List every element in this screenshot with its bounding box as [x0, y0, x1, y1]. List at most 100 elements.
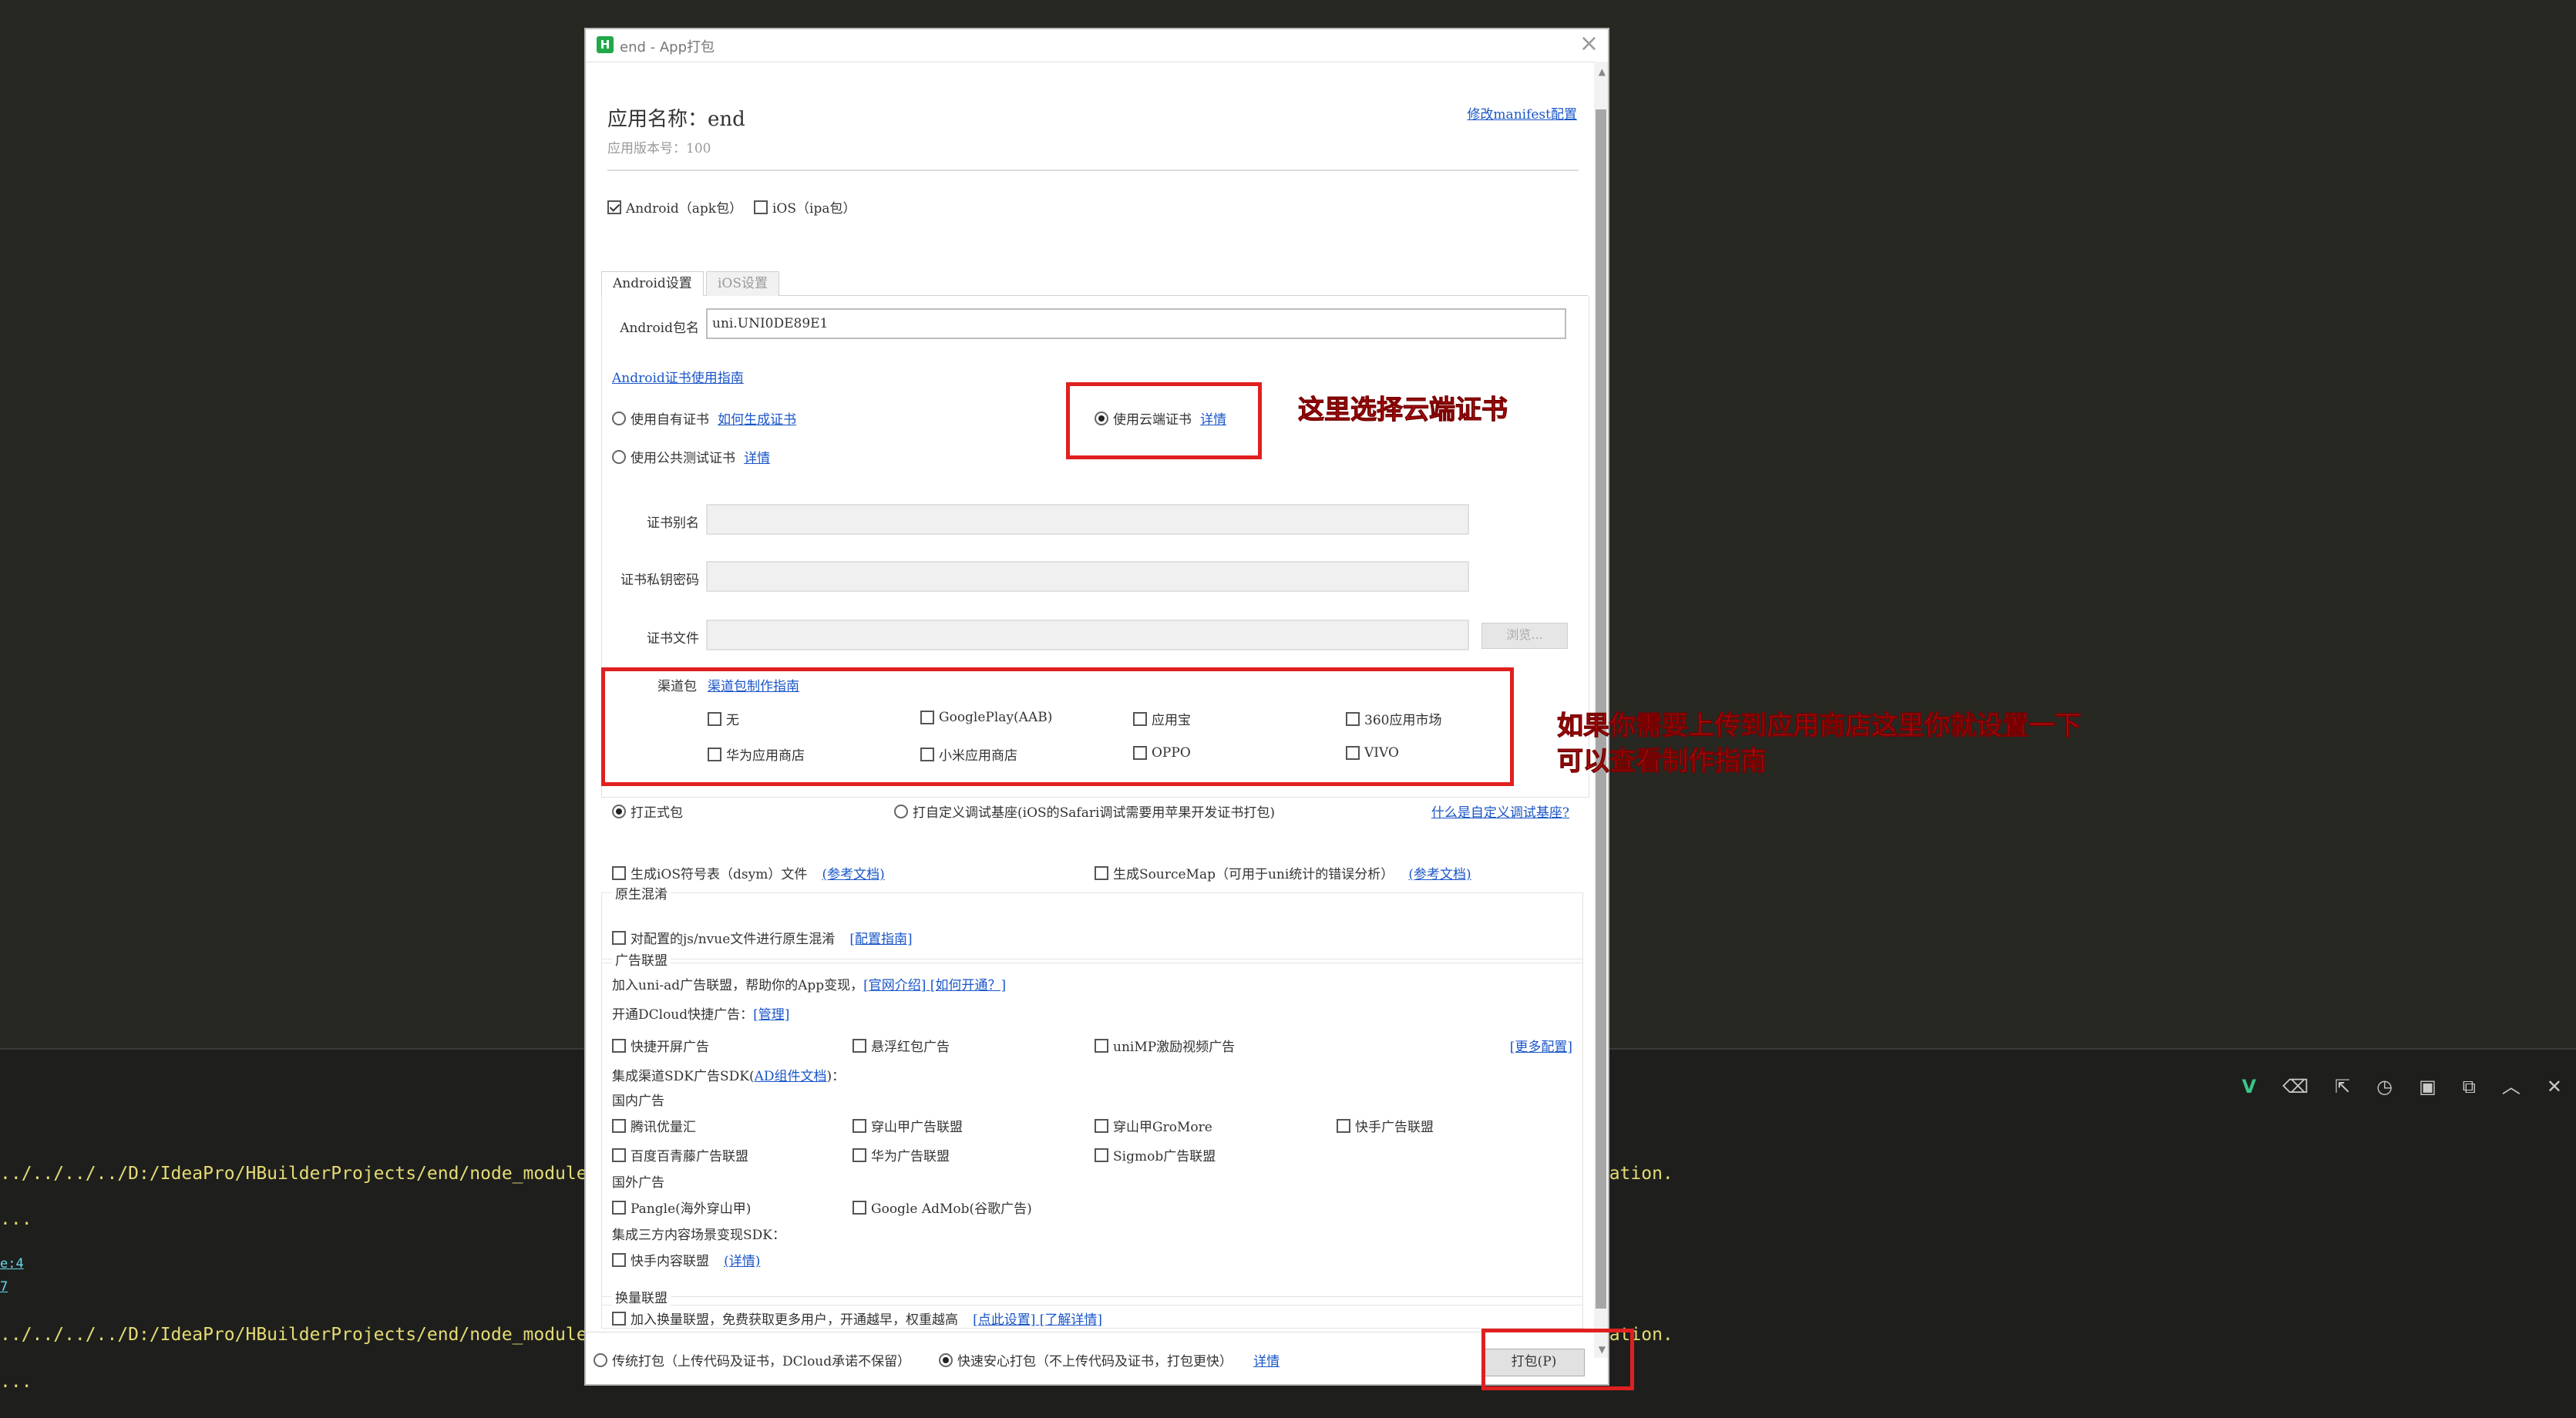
ios-checkbox[interactable]	[754, 200, 768, 214]
ad-checkbox[interactable]	[853, 1038, 866, 1053]
obfuscation-checkbox[interactable]	[612, 930, 626, 945]
exchange-checkbox[interactable]	[612, 1311, 626, 1326]
chevron-up-icon[interactable]: ︿	[2502, 1077, 2521, 1096]
browse-button[interactable]: 浏览...	[1481, 623, 1568, 649]
third-party-details-link[interactable]: (详情)	[724, 1254, 760, 1269]
ad-checkbox[interactable]	[1095, 1148, 1108, 1162]
third-party-heading: 集成三方内容场景变现SDK：	[612, 1228, 785, 1243]
console-line: ../../../../D:/IdeaPro/HBuilderProjects/…	[0, 1164, 630, 1184]
ad-option[interactable]: 快手广告联盟	[1337, 1116, 1434, 1135]
console-link[interactable]: e:4	[0, 1256, 24, 1272]
cert-key-input[interactable]	[706, 561, 1469, 592]
trash-icon[interactable]: ⌫	[2282, 1077, 2309, 1096]
build-custom-radio[interactable]	[894, 804, 908, 818]
ads-more-config-link[interactable]: [更多配置]	[1510, 1036, 1572, 1055]
ad-option[interactable]: 快捷开屏广告	[612, 1036, 709, 1055]
dsym-checkbox[interactable]	[612, 865, 626, 880]
how-to-generate-cert-link[interactable]: 如何生成证书	[718, 412, 796, 428]
ad-option[interactable]: 华为广告联盟	[853, 1145, 950, 1164]
ad-option[interactable]: Pangle(海外穿山甲)	[612, 1198, 751, 1217]
obfuscation-guide-link[interactable]: [配置指南]	[849, 932, 912, 947]
cert-public-details-link[interactable]: 详情	[744, 451, 770, 466]
ads-manage-link[interactable]: [管理]	[753, 1007, 789, 1023]
cloud-cert-annotation: 这里选择云端证书	[1298, 395, 1508, 426]
close-panel-icon[interactable]: ✕	[2547, 1077, 2562, 1096]
build-formal-radio[interactable]	[612, 804, 626, 818]
vue-icon[interactable]: V	[2241, 1077, 2256, 1096]
build-formal-option[interactable]: 打正式包	[612, 801, 683, 821]
ad-checkbox[interactable]	[612, 1200, 626, 1215]
platform-ios-option[interactable]: iOS（ipa包）	[754, 197, 856, 217]
cert-guide-link[interactable]: Android证书使用指南	[612, 367, 744, 386]
close-icon[interactable]: ×	[1579, 32, 1599, 55]
ad-checkbox[interactable]	[1095, 1038, 1108, 1053]
package-name-input[interactable]: uni.UNI0DE89E1	[706, 308, 1566, 339]
console-line: ...	[0, 1372, 32, 1392]
manifest-config-link[interactable]: 修改manifest配置	[1467, 103, 1577, 123]
cert-public-option[interactable]: 使用公共测试证书 详情	[612, 447, 770, 466]
fast-pack-option[interactable]: 快速安心打包（不上传代码及证书，打包更快） 详情	[939, 1350, 1280, 1369]
ad-option[interactable]: 穿山甲广告联盟	[853, 1116, 963, 1135]
ad-checkbox[interactable]	[853, 1118, 866, 1133]
cert-own-option[interactable]: 使用自有证书 如何生成证书	[612, 408, 796, 428]
ad-option[interactable]: 腾讯优量汇	[612, 1116, 696, 1135]
cert-public-radio[interactable]	[612, 449, 626, 464]
cert-alias-input[interactable]	[706, 504, 1469, 535]
ad-option[interactable]: 百度百青藤广告联盟	[612, 1145, 748, 1164]
platform-android-option[interactable]: Android（apk包）	[607, 197, 742, 217]
tab-android-settings[interactable]: Android设置	[601, 271, 704, 296]
ads-intro: 加入uni-ad广告联盟，帮助你的App变现，[官网介绍] [如何开通？]	[612, 978, 1007, 993]
ad-checkbox[interactable]	[853, 1200, 866, 1215]
dialog-titlebar: H end - App打包 ×	[586, 29, 1608, 62]
fast-pack-details-link[interactable]: 详情	[1253, 1354, 1280, 1369]
dsym-option[interactable]: 生成iOS符号表（dsym）文件 (参考文档)	[612, 863, 885, 882]
ad-checkbox[interactable]	[612, 1252, 626, 1267]
ad-checkbox[interactable]	[1095, 1118, 1108, 1133]
exchange-option[interactable]: 加入换量联盟，免费获取更多用户，开通越早，权重越高 [点此设置] [了解详情]	[612, 1309, 1102, 1328]
exchange-title: 换量联盟	[612, 1287, 671, 1306]
app-name: 应用名称：end	[607, 108, 745, 131]
tab-ios-settings[interactable]: iOS设置	[706, 271, 780, 296]
sourcemap-docs-link[interactable]: (参考文档)	[1408, 867, 1471, 882]
obfuscation-title: 原生混淆	[612, 883, 671, 902]
build-custom-option[interactable]: 打自定义调试基座(iOS的Safari调试需要用苹果开发证书打包)	[894, 801, 1275, 821]
ad-option[interactable]: Sigmob广告联盟	[1095, 1145, 1216, 1164]
ad-option[interactable]: 快手内容联盟 (详情)	[612, 1250, 760, 1269]
cert-file-label: 证书文件	[647, 631, 699, 647]
ad-checkbox[interactable]	[1337, 1118, 1350, 1133]
custom-base-help-link[interactable]: 什么是自定义调试基座?	[1431, 801, 1569, 821]
store-annotation-line1: 如果你需要上传到应用商店这里你就设置一下	[1557, 711, 2082, 742]
ad-option[interactable]: Google AdMob(谷歌广告)	[853, 1198, 1032, 1217]
timer-icon[interactable]: ◷	[2376, 1077, 2393, 1096]
open-external-icon[interactable]: ⧉	[2463, 1077, 2476, 1096]
stop-icon[interactable]: ▣	[2419, 1077, 2436, 1096]
traditional-pack-option[interactable]: 传统打包（上传代码及证书，DCloud承诺不保留）	[594, 1350, 910, 1369]
sourcemap-checkbox[interactable]	[1095, 865, 1108, 880]
console-line: ...	[0, 1209, 32, 1229]
cert-key-label: 证书私钥密码	[620, 573, 699, 588]
exchange-links[interactable]: [点此设置] [了解详情]	[973, 1312, 1102, 1328]
ad-checkbox[interactable]	[612, 1118, 626, 1133]
export-icon[interactable]: ⇱	[2335, 1077, 2350, 1096]
fast-pack-radio[interactable]	[939, 1352, 953, 1367]
dsym-docs-link[interactable]: (参考文档)	[822, 867, 884, 882]
ad-checkbox[interactable]	[853, 1148, 866, 1162]
cert-own-radio[interactable]	[612, 411, 626, 425]
traditional-pack-radio[interactable]	[594, 1352, 607, 1367]
obfuscation-option[interactable]: 对配置的js/nvue文件进行原生混淆 [配置指南]	[612, 928, 913, 947]
ad-option[interactable]: 穿山甲GroMore	[1095, 1116, 1212, 1135]
package-name-label: Android包名	[620, 321, 699, 336]
ad-checkbox[interactable]	[612, 1148, 626, 1162]
android-checkbox[interactable]	[607, 200, 621, 214]
ads-intro-link[interactable]: [官网介绍] [如何开通？]	[863, 978, 1006, 993]
sourcemap-option[interactable]: 生成SourceMap（可用于uni统计的错误分析） (参考文档)	[1095, 863, 1471, 882]
ad-option[interactable]: uniMP激励视频广告	[1095, 1036, 1235, 1055]
ad-option[interactable]: 悬浮红包广告	[853, 1036, 950, 1055]
scroll-up-icon[interactable]: ▲	[1599, 66, 1606, 77]
console-link[interactable]: 7	[0, 1279, 8, 1295]
hbuilder-logo-icon: H	[597, 36, 614, 53]
ad-checkbox[interactable]	[612, 1038, 626, 1053]
ad-component-docs-link[interactable]: AD组件文档	[755, 1069, 827, 1084]
ads-title: 广告联盟	[612, 949, 671, 969]
cert-file-input[interactable]	[706, 620, 1469, 650]
